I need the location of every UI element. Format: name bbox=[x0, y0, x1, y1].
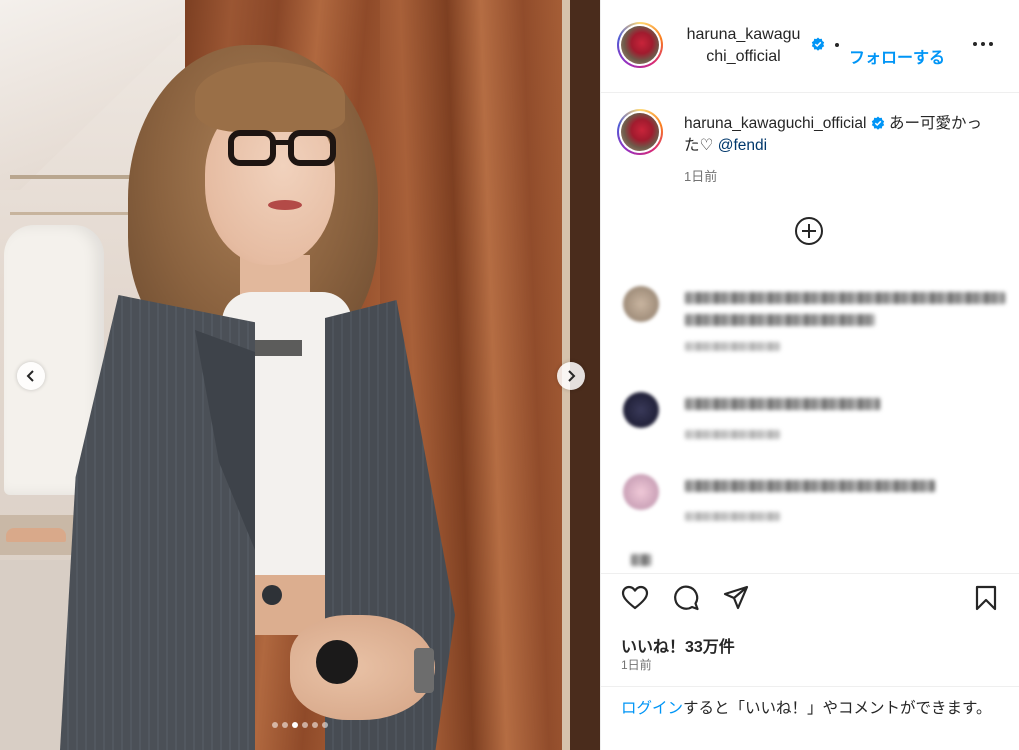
post-header: haruna_kawagu chi_official フォローする bbox=[601, 0, 1019, 93]
comment-text-blurred bbox=[685, 480, 935, 492]
save-button[interactable] bbox=[972, 584, 1000, 612]
verified-badge-icon bbox=[811, 37, 825, 51]
carousel-prev-button[interactable] bbox=[17, 362, 45, 390]
bangs bbox=[195, 62, 345, 132]
bookmark-icon bbox=[975, 585, 997, 611]
like-button[interactable] bbox=[621, 584, 649, 612]
caption-timestamp[interactable]: 1日前 bbox=[684, 166, 717, 185]
post-caption: haruna_kawaguchi_official あー可愛かった♡ @fend… bbox=[601, 93, 1019, 213]
comment-button[interactable] bbox=[672, 584, 700, 612]
comment-icon bbox=[674, 585, 699, 611]
caption-text-block: haruna_kawaguchi_official あー可愛かった♡ @fend… bbox=[684, 113, 984, 157]
author-username[interactable]: haruna_kawagu chi_official bbox=[681, 24, 806, 68]
login-prompt-text: ログインすると「いいね！」やコメントができます。 bbox=[621, 698, 1001, 720]
carousel-dot bbox=[282, 722, 288, 728]
carousel-dot bbox=[292, 722, 298, 728]
blazer-button bbox=[262, 585, 282, 605]
caption-username[interactable]: haruna_kawaguchi_official bbox=[684, 115, 866, 132]
held-sunglasses bbox=[316, 640, 358, 684]
carousel-next-button[interactable] bbox=[557, 362, 585, 390]
share-icon bbox=[723, 585, 749, 610]
login-prompt: ログインすると「いいね！」やコメントができます。 bbox=[601, 686, 1019, 750]
login-prompt-rest: すると「いいね！」やコメントができます。 bbox=[683, 700, 992, 717]
more-options-icon[interactable] bbox=[973, 38, 997, 50]
separator-dot bbox=[835, 43, 839, 47]
comment-list bbox=[601, 270, 1019, 570]
comment-item bbox=[601, 472, 1019, 552]
commenter-avatar[interactable] bbox=[623, 474, 659, 510]
chevron-left-icon bbox=[26, 370, 34, 382]
carousel-dot bbox=[322, 722, 328, 728]
chevron-right-icon bbox=[568, 370, 576, 382]
post-actions bbox=[601, 573, 1019, 623]
eyeglasses bbox=[228, 128, 340, 168]
lips bbox=[268, 200, 302, 210]
follow-button[interactable]: フォローする bbox=[849, 44, 945, 68]
person-figure bbox=[0, 0, 600, 750]
comment-meta-blurred bbox=[685, 430, 780, 439]
like-count[interactable]: いいね！33万件 bbox=[621, 633, 735, 657]
login-link[interactable]: ログイン bbox=[621, 700, 683, 717]
carousel-dot bbox=[302, 722, 308, 728]
comment-item bbox=[601, 552, 1019, 570]
comment-text-blurred bbox=[685, 292, 1005, 304]
post-details-panel: haruna_kawagu chi_official フォローする haruna… bbox=[600, 0, 1019, 750]
caption-mention-link[interactable]: @fendi bbox=[718, 137, 767, 154]
verified-badge-icon bbox=[871, 116, 884, 130]
carousel-dot bbox=[312, 722, 318, 728]
commenter-avatar[interactable] bbox=[623, 392, 659, 428]
post-date[interactable]: 1日前 bbox=[621, 656, 652, 673]
comment-item bbox=[601, 284, 1019, 364]
comment-text-blurred bbox=[685, 314, 875, 326]
carousel-indicator bbox=[0, 722, 600, 732]
comment-text-blurred bbox=[685, 398, 880, 410]
comment-meta-blurred bbox=[685, 342, 780, 351]
share-button[interactable] bbox=[722, 584, 750, 612]
post-photo bbox=[0, 0, 600, 750]
wristwatch bbox=[414, 648, 434, 693]
caption-author-avatar[interactable] bbox=[617, 109, 663, 155]
comment-meta-blurred bbox=[685, 512, 780, 521]
comment-item bbox=[601, 390, 1019, 470]
carousel-dot bbox=[272, 722, 278, 728]
commenter-avatar[interactable] bbox=[623, 286, 659, 322]
heart-icon bbox=[621, 585, 649, 610]
comment-text-blurred bbox=[631, 554, 651, 566]
author-avatar[interactable] bbox=[617, 22, 663, 68]
add-comment-icon[interactable] bbox=[794, 216, 824, 246]
shirt-logo bbox=[252, 340, 302, 356]
